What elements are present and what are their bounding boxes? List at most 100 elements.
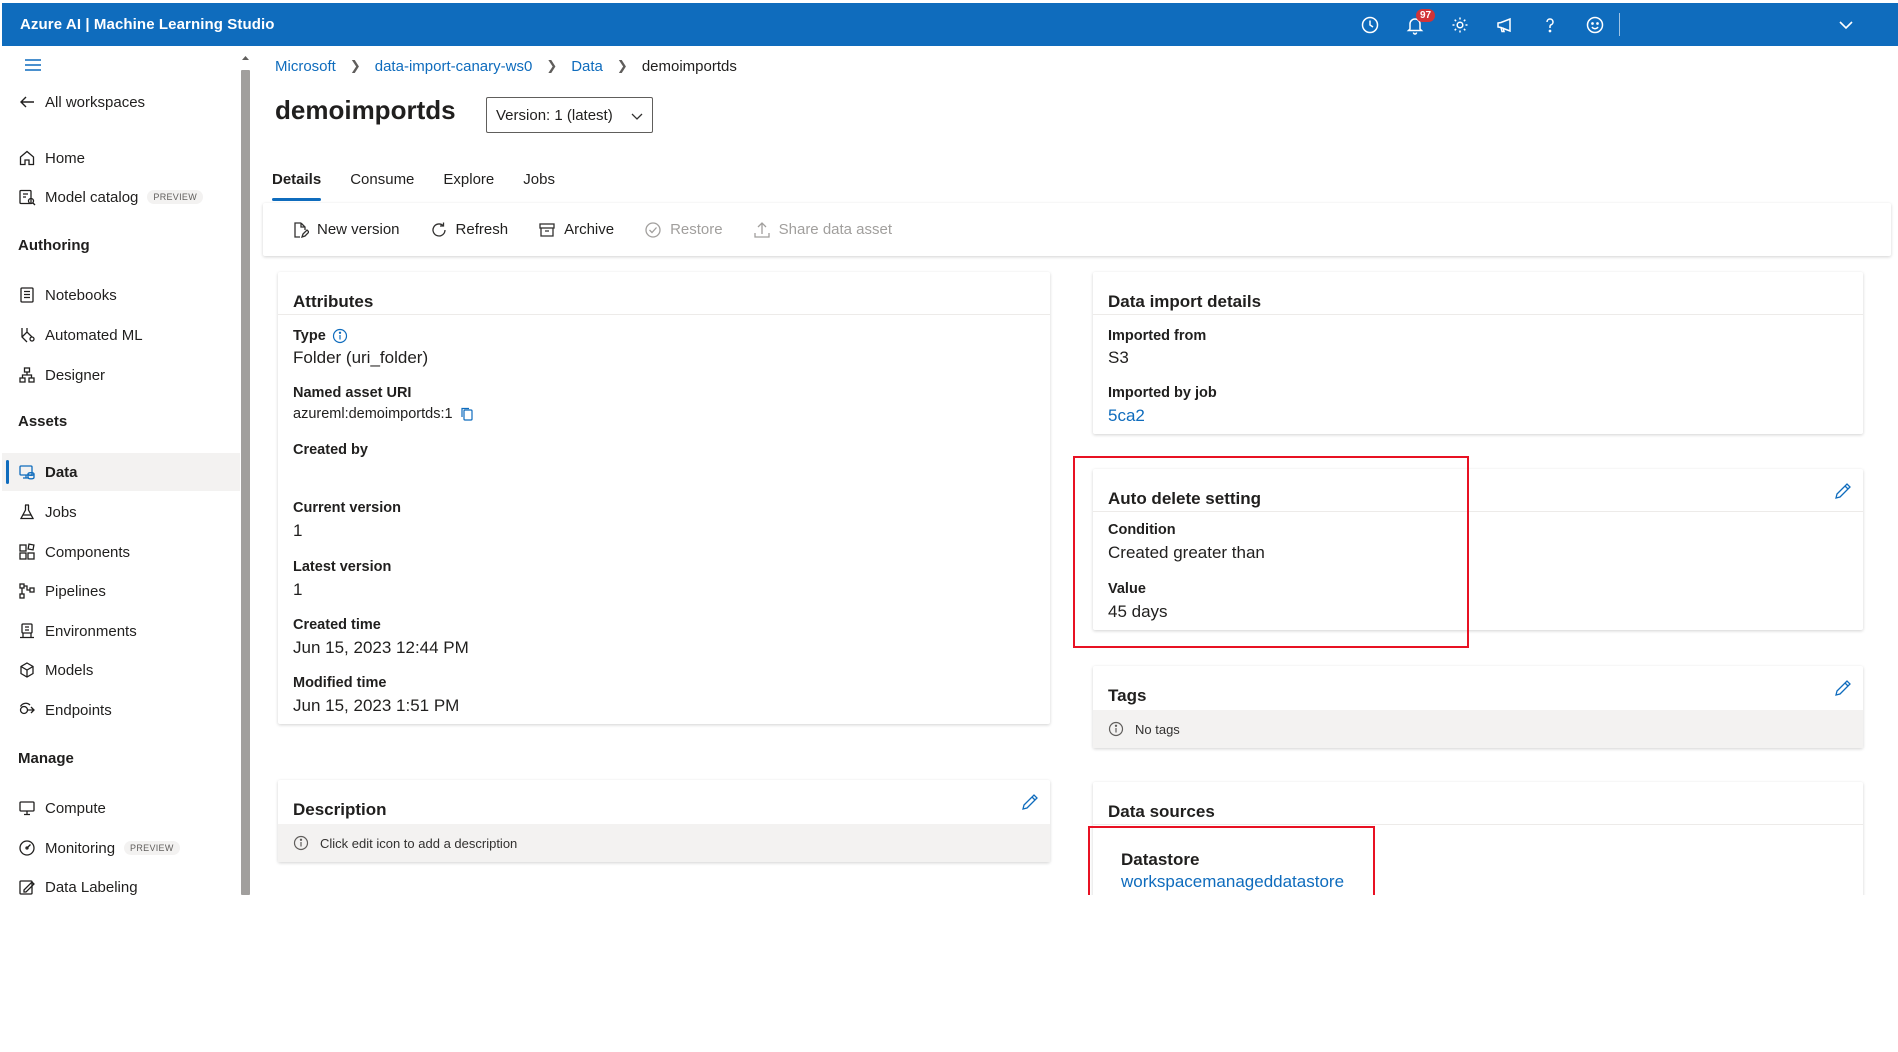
new-document-icon <box>294 221 309 238</box>
command-toolbar: New version Refresh Archive Restore Shar… <box>263 203 1891 256</box>
environments-icon <box>20 623 34 639</box>
sidebar-item-label: Jobs <box>45 503 77 521</box>
feedback-smiley-icon[interactable] <box>1572 3 1617 46</box>
sidebar-item-compute[interactable]: Compute <box>18 795 106 821</box>
tags-card: Tags No tags <box>1093 666 1863 748</box>
cube-icon <box>20 662 34 678</box>
info-icon[interactable] <box>332 328 348 344</box>
sidebar-item-designer[interactable]: Designer <box>18 362 105 388</box>
sidebar-item-environments[interactable]: Environments <box>18 618 137 644</box>
restore-button[interactable]: Restore <box>644 221 723 239</box>
sidebar-item-pipelines[interactable]: Pipelines <box>18 578 106 604</box>
top-bar: Azure AI | Machine Learning Studio 97 <box>2 3 1898 46</box>
sidebar-item-jobs[interactable]: Jobs <box>18 499 77 525</box>
components-icon <box>19 543 35 560</box>
data-import-details-card: Data import details Imported from S3 Imp… <box>1093 272 1863 434</box>
sidebar-section-assets: Assets <box>18 413 68 430</box>
imported-by-job-link[interactable]: 5ca2 <box>1108 406 1145 426</box>
breadcrumb-current: demoimportds <box>641 57 737 75</box>
notifications-icon[interactable]: 97 <box>1392 3 1437 46</box>
no-tags-text: No tags <box>1135 721 1180 737</box>
sidebar-item-components[interactable]: Components <box>18 539 130 565</box>
breadcrumb-data[interactable]: Data <box>571 58 603 75</box>
help-question-icon[interactable] <box>1527 3 1572 46</box>
imported-from-value: S3 <box>1108 348 1129 367</box>
sidebar-item-label: Home <box>45 149 86 167</box>
chevron-right-icon: ❯ <box>616 58 628 73</box>
data-import-details-title: Data import details <box>1108 292 1262 311</box>
sidebar-item-model-catalog[interactable]: Home Model catalog PREVIEW <box>18 184 204 210</box>
card-divider <box>1093 314 1863 315</box>
uri-label: Named asset URI <box>293 385 412 401</box>
tab-details[interactable]: Details <box>272 167 322 203</box>
archive-button[interactable]: Archive <box>538 221 614 239</box>
sidebar-item-label: Compute <box>45 799 106 817</box>
compute-icon <box>19 801 35 816</box>
modified-time-value: Jun 15, 2023 1:51 PM <box>293 696 460 715</box>
home-icon <box>19 150 35 166</box>
type-label: Type <box>293 328 326 344</box>
account-chevron-down-icon[interactable] <box>1835 14 1857 36</box>
breadcrumb-workspace[interactable]: data-import-canary-ws0 <box>375 58 533 75</box>
sidebar-section-authoring: Authoring <box>18 237 90 254</box>
description-empty-bar: Click edit icon to add a description <box>278 824 1050 862</box>
version-dropdown[interactable]: Version: 1 (latest) <box>486 97 653 133</box>
highlight-box-auto-delete <box>1073 456 1469 648</box>
current-version-value: 1 <box>293 521 303 540</box>
sidebar-item-monitoring[interactable]: Monitoring PREVIEW <box>18 835 180 861</box>
breadcrumb: Microsoft ❯ data-import-canary-ws0 ❯ Dat… <box>275 56 737 76</box>
created-by-label: Created by <box>293 442 368 458</box>
sidebar-item-endpoints[interactable]: Endpoints <box>18 697 112 723</box>
archive-icon <box>539 222 555 237</box>
scroll-up-arrow-icon[interactable] <box>241 52 250 64</box>
announcements-megaphone-icon[interactable] <box>1482 3 1527 46</box>
copy-icon[interactable] <box>459 406 475 422</box>
imported-from-label: Imported from <box>1108 328 1207 344</box>
sidebar-item-notebooks[interactable]: Notebooks <box>18 282 117 308</box>
sidebar-item-label: Data <box>45 463 78 481</box>
scrollbar-thumb[interactable] <box>241 70 250 895</box>
description-card: Description Click edit icon to add a des… <box>278 780 1050 862</box>
tab-jobs[interactable]: Jobs <box>523 167 555 203</box>
settings-gear-icon[interactable] <box>1437 3 1482 46</box>
sidebar-item-data-labeling[interactable]: Data Labeling <box>18 874 138 895</box>
tab-explore[interactable]: Explore <box>443 167 494 203</box>
uri-value-row: azureml:demoimportds:1 <box>293 406 475 422</box>
sidebar-item-home[interactable]: Home <box>18 145 85 171</box>
archive-label: Archive <box>564 221 615 238</box>
hamburger-menu-icon[interactable] <box>24 58 42 72</box>
sidebar-item-label: Automated ML <box>45 326 143 344</box>
app-title[interactable]: Azure AI | Machine Learning Studio <box>20 16 275 33</box>
sidebar-item-label: Designer <box>45 366 106 384</box>
refresh-button[interactable]: Refresh <box>430 221 508 239</box>
edit-pencil-icon[interactable] <box>1833 678 1853 698</box>
share-data-asset-button[interactable]: Share data asset <box>753 221 892 239</box>
edit-pencil-icon[interactable] <box>1020 792 1040 812</box>
sidebar-item-label: Model catalog <box>45 188 139 206</box>
new-version-label: New version <box>317 221 400 238</box>
edit-pencil-icon[interactable] <box>1833 481 1853 501</box>
sidebar-item-label: Environments <box>45 622 137 640</box>
description-title: Description <box>293 800 387 819</box>
pipelines-icon <box>19 583 35 599</box>
new-version-button[interactable]: New version <box>291 221 400 239</box>
top-bar-divider <box>1619 13 1620 36</box>
sidebar-item-all-workspaces[interactable]: All workspaces <box>18 89 145 115</box>
card-divider <box>1093 824 1863 825</box>
sidebar-item-data[interactable]: Data <box>18 459 78 485</box>
modified-time-label: Modified time <box>293 675 387 691</box>
description-placeholder: Click edit icon to add a description <box>320 835 518 851</box>
checkmark-circle-icon <box>645 221 661 238</box>
highlight-box-datastore <box>1088 826 1375 895</box>
sidebar-item-models[interactable]: Models <box>18 657 93 683</box>
breadcrumb-microsoft[interactable]: Microsoft <box>275 58 336 75</box>
sidebar-scrollbar[interactable] <box>241 52 250 895</box>
refresh-icon <box>431 222 446 237</box>
sidebar-item-automated-ml[interactable]: Automated ML <box>18 322 143 348</box>
uri-value: azureml:demoimportds:1 <box>293 406 453 422</box>
sidebar-item-label: Components <box>45 543 131 561</box>
tab-consume[interactable]: Consume <box>350 167 414 203</box>
imported-by-job-label: Imported by job <box>1108 385 1217 401</box>
arrow-left-icon <box>20 96 34 108</box>
history-icon[interactable] <box>1347 3 1392 46</box>
